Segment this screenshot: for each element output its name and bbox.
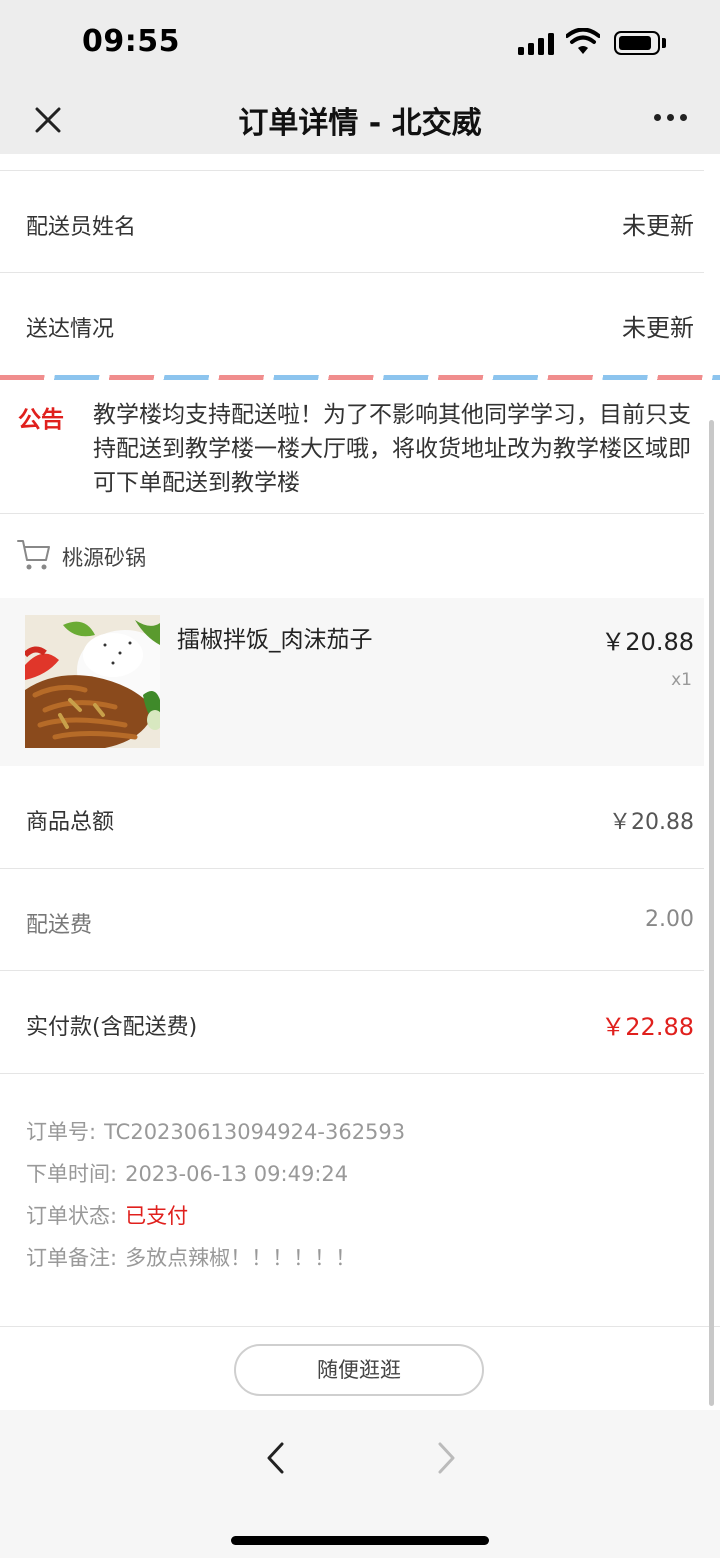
top-divider bbox=[0, 154, 704, 171]
delivery-fee-row: 配送费 2.00 bbox=[0, 869, 704, 971]
goods-total-row: 商品总额 ￥20.88 bbox=[0, 766, 704, 869]
delivery-fee-label: 配送费 bbox=[26, 913, 93, 938]
shop-header[interactable]: 桃源砂锅 bbox=[0, 514, 704, 598]
item-name: 擂椒拌饭_肉沫茄子 bbox=[177, 627, 373, 653]
battery-icon bbox=[614, 31, 660, 55]
courier-value: 未更新 bbox=[622, 212, 694, 240]
paid-amount-value: ￥22.88 bbox=[601, 1013, 694, 1041]
order-status-label: 订单状态: bbox=[26, 1204, 118, 1228]
announcement-text: 教学楼均支持配送啦！为了不影响其他同学学习，目前只支持配送到教学楼一楼大厅哦，将… bbox=[93, 402, 691, 496]
page-title: 订单详情 - 北交威 bbox=[238, 106, 482, 141]
scrollbar[interactable] bbox=[709, 420, 714, 1406]
announcement-tag: 公告 bbox=[18, 407, 64, 433]
order-note-value: 多放点辣椒！！！！！！ bbox=[125, 1246, 357, 1270]
paid-amount-row: 实付款(含配送费) ￥22.88 bbox=[0, 971, 704, 1074]
airmail-divider bbox=[0, 375, 720, 380]
order-note: 订单备注: 多放点辣椒！！！！！！ bbox=[26, 1242, 356, 1272]
browse-button[interactable]: 随便逛逛 bbox=[234, 1344, 484, 1396]
goods-total-value: ￥20.88 bbox=[609, 810, 694, 835]
paid-amount-label: 实付款(含配送费) bbox=[26, 1015, 198, 1040]
forward-arrow-icon[interactable] bbox=[430, 1440, 460, 1476]
cart-icon bbox=[17, 540, 50, 570]
courier-label: 配送员姓名 bbox=[26, 215, 137, 240]
goods-total-label: 商品总额 bbox=[26, 810, 115, 835]
courier-row: 配送员姓名 未更新 bbox=[0, 171, 704, 273]
order-note-label: 订单备注: bbox=[26, 1246, 118, 1270]
shop-name: 桃源砂锅 bbox=[62, 546, 146, 570]
order-time: 下单时间: 2023-06-13 09:49:24 bbox=[26, 1158, 348, 1188]
announcement: 公告 教学楼均支持配送啦！为了不影响其他同学学习，目前只支持配送到教学楼一楼大厅… bbox=[0, 386, 704, 514]
delivery-fee-value: 2.00 bbox=[645, 907, 694, 932]
back-arrow-icon[interactable] bbox=[262, 1440, 292, 1476]
delivery-status-row: 送达情况 未更新 bbox=[0, 273, 704, 375]
status-bar: 09:55 bbox=[0, 0, 720, 86]
order-item[interactable]: 擂椒拌饭_肉沫茄子 ￥20.88 x1 bbox=[0, 598, 704, 766]
order-time-label: 下单时间: bbox=[26, 1162, 118, 1186]
delivery-status-value: 未更新 bbox=[622, 314, 694, 342]
battery-cap bbox=[662, 38, 666, 48]
cellular-signal-icon bbox=[518, 33, 556, 55]
order-time-value: 2023-06-13 09:49:24 bbox=[125, 1162, 349, 1186]
nav-bar: 订单详情 - 北交威 bbox=[0, 86, 720, 154]
order-number-label: 订单号: bbox=[26, 1120, 97, 1144]
status-time: 09:55 bbox=[82, 24, 180, 59]
delivery-status-label: 送达情况 bbox=[26, 317, 115, 342]
bottom-toolbar bbox=[0, 1410, 720, 1558]
order-number-value: TC20230613094924-362593 bbox=[104, 1120, 406, 1144]
more-options-icon[interactable] bbox=[650, 112, 690, 124]
footer-actions: 随便逛逛 bbox=[0, 1326, 720, 1410]
home-indicator[interactable] bbox=[231, 1536, 489, 1545]
item-price: ￥20.88 bbox=[601, 628, 694, 656]
wifi-icon bbox=[566, 28, 600, 54]
order-number: 订单号: TC20230613094924-362593 bbox=[26, 1116, 405, 1146]
order-status: 订单状态: 已支付 bbox=[26, 1200, 188, 1230]
item-quantity: x1 bbox=[671, 670, 692, 690]
food-image bbox=[25, 615, 160, 748]
order-detail-content: 配送员姓名 未更新 送达情况 未更新 公告 教学楼均支持配送啦！为了不影响其他同… bbox=[0, 154, 720, 1410]
order-status-value: 已支付 bbox=[125, 1204, 189, 1228]
